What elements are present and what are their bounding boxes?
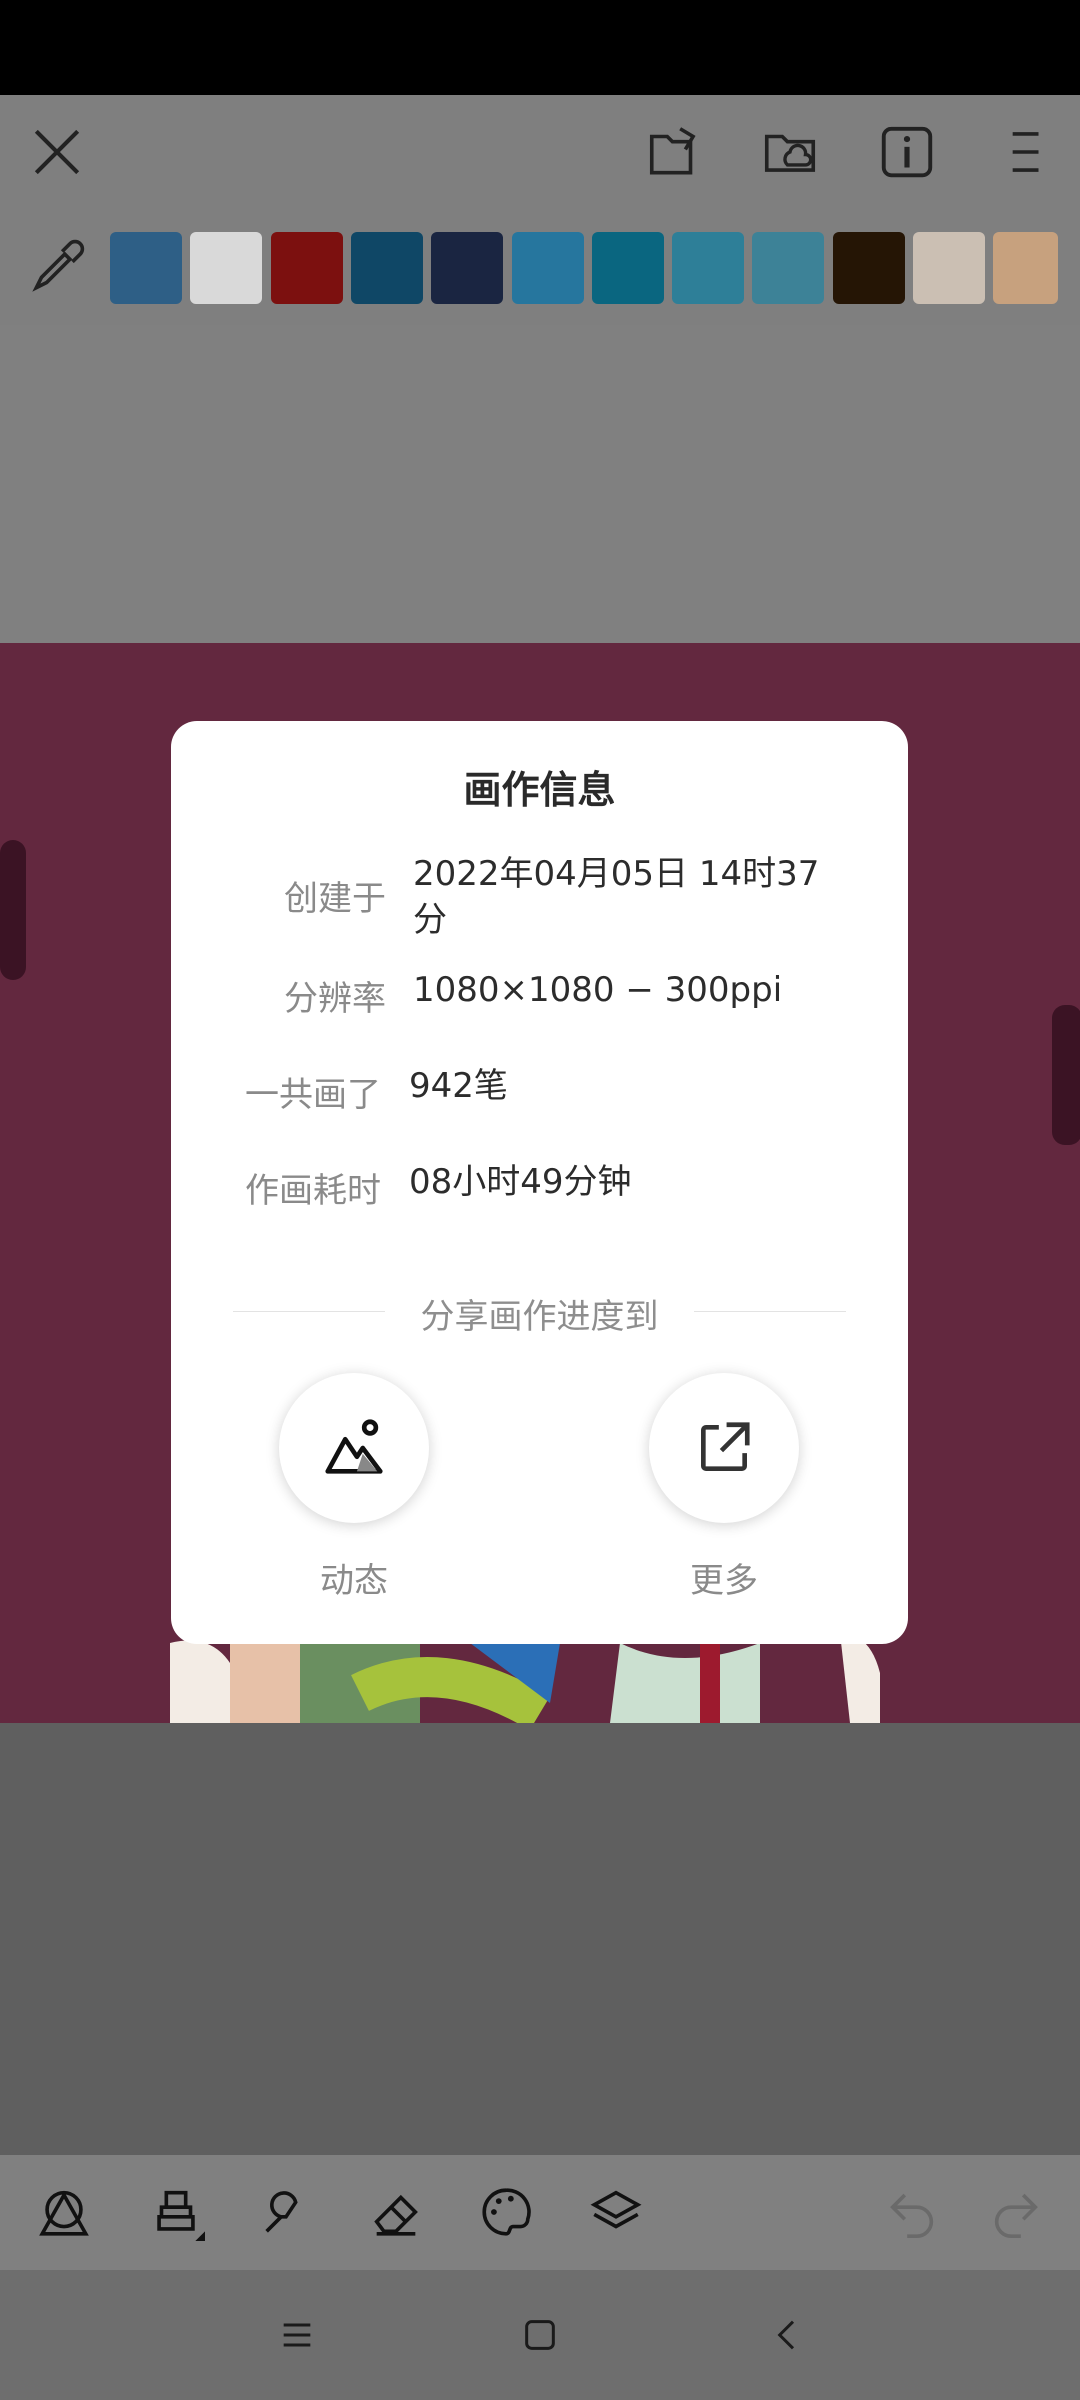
back-icon[interactable]: [758, 2305, 818, 2365]
right-slider-handle[interactable]: [1052, 1005, 1080, 1145]
color-swatch[interactable]: [271, 232, 343, 304]
left-slider-handle[interactable]: [0, 840, 26, 980]
canvas-background: [0, 325, 1080, 643]
more-menu-icon[interactable]: [988, 117, 1058, 187]
duration-label: 作画耗时: [245, 1171, 381, 1211]
color-swatch[interactable]: [190, 232, 262, 304]
smudge-icon[interactable]: [254, 2180, 318, 2244]
redo-icon[interactable]: [984, 2180, 1048, 2244]
moments-icon: [325, 1419, 383, 1474]
color-swatch[interactable]: [431, 232, 503, 304]
color-swatch[interactable]: [672, 232, 744, 304]
menu-icon[interactable]: [267, 2305, 327, 2365]
shapes-icon[interactable]: [32, 2180, 96, 2244]
share-moments-button[interactable]: [279, 1373, 429, 1523]
home-icon[interactable]: [510, 2305, 570, 2365]
canvas-background-bottom: [0, 1723, 1080, 2155]
strokes-value: 942笔: [409, 1066, 508, 1106]
brush-icon[interactable]: [144, 2180, 208, 2244]
eraser-icon[interactable]: [364, 2180, 428, 2244]
color-swatch[interactable]: [351, 232, 423, 304]
strokes-label: 一共画了: [245, 1075, 381, 1115]
created-label: 创建于: [284, 879, 386, 919]
close-icon[interactable]: [22, 117, 92, 187]
eyedropper-icon[interactable]: [22, 232, 92, 302]
color-swatch[interactable]: [512, 232, 584, 304]
color-swatch[interactable]: [913, 232, 985, 304]
layers-icon[interactable]: [584, 2180, 648, 2244]
color-swatch[interactable]: [833, 232, 905, 304]
share-more-button[interactable]: [649, 1373, 799, 1523]
status-bar: [0, 0, 1080, 95]
created-value: 2022年04月05日 14时37分: [413, 854, 820, 940]
artwork-info-dialog: 画作信息 创建于 2022年04月05日 14时37分 分辨率 1080×108…: [171, 721, 908, 1644]
external-link-icon: [701, 1422, 750, 1471]
dialog-title: 画作信息: [463, 768, 616, 812]
share-heading: 分享画作进度到: [420, 1297, 659, 1337]
info-icon[interactable]: [872, 117, 942, 187]
color-swatch[interactable]: [993, 232, 1058, 304]
color-swatch[interactable]: [592, 232, 664, 304]
export-icon[interactable]: [640, 117, 710, 187]
color-swatch[interactable]: [110, 232, 182, 304]
resolution-value: 1080×1080 − 300ppi: [413, 970, 783, 1010]
duration-value: 08小时49分钟: [409, 1162, 632, 1202]
cloud-folder-icon[interactable]: [755, 117, 825, 187]
undo-icon[interactable]: [880, 2180, 944, 2244]
resolution-label: 分辨率: [284, 979, 386, 1019]
share-moments-label: 动态: [320, 1561, 388, 1601]
color-swatch[interactable]: [752, 232, 824, 304]
share-more-label: 更多: [690, 1561, 758, 1601]
palette-icon[interactable]: [474, 2180, 538, 2244]
